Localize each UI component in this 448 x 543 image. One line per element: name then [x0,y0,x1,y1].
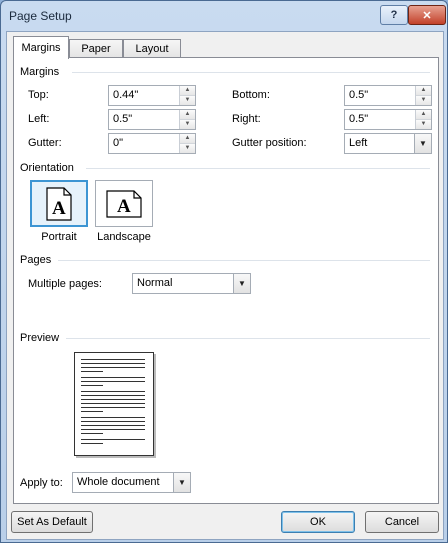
tab-layout[interactable]: Layout [123,39,181,58]
preview-page [74,352,154,456]
dialog-body: Margins Paper Layout Margins Top: 0.44" … [6,31,444,540]
pages-section-label: Pages [20,254,52,266]
left-margin-up-icon[interactable]: ▲ [180,110,195,120]
top-margin-down-icon[interactable]: ▼ [180,96,195,105]
right-margin-down-icon[interactable]: ▼ [416,120,431,129]
top-margin-label: Top: [28,89,49,101]
close-icon: ✕ [422,9,432,22]
right-margin-label: Right: [232,113,261,125]
set-as-default-button[interactable]: Set As Default [11,511,93,533]
left-margin-spinner[interactable]: 0.5" ▲ ▼ [108,109,196,130]
portrait-button[interactable]: A [30,180,88,227]
gutter-value: 0" [113,137,124,149]
gutter-position-label: Gutter position: [232,137,307,149]
tab-margins[interactable]: Margins [13,36,69,59]
left-margin-down-icon[interactable]: ▼ [180,120,195,129]
bottom-margin-up-icon[interactable]: ▲ [416,86,431,96]
multiple-pages-select[interactable]: Normal ▼ [132,273,251,294]
orientation-section-label: Orientation [20,162,74,174]
tab-paper[interactable]: Paper [69,39,123,58]
bottom-margin-value: 0.5" [349,89,369,101]
landscape-button[interactable]: A [95,180,153,227]
multiple-pages-label: Multiple pages: [28,278,102,290]
close-button[interactable]: ✕ [408,5,446,25]
chevron-down-icon[interactable]: ▼ [233,274,250,293]
gutter-position-select[interactable]: Left ▼ [344,133,432,154]
preview-section-label: Preview [20,332,60,344]
right-margin-value: 0.5" [349,113,369,125]
apply-to-select[interactable]: Whole document ▼ [72,472,191,493]
left-margin-value: 0.5" [113,113,133,125]
margins-panel: Margins Top: 0.44" ▲ ▼ Left: 0.5" ▲ ▼ Gu… [13,57,439,504]
margins-section-label: Margins [20,66,60,78]
help-button[interactable]: ? [380,5,408,25]
right-margin-spinner[interactable]: 0.5" ▲ ▼ [344,109,432,130]
bottom-margin-down-icon[interactable]: ▼ [416,96,431,105]
portrait-label: Portrait [41,231,77,243]
bottom-margin-label: Bottom: [232,89,270,101]
window-title: Page Setup [9,9,72,23]
gutter-position-value: Left [349,137,368,149]
apply-to-value: Whole document [77,476,160,488]
apply-to-label: Apply to: [20,477,63,489]
ok-button[interactable]: OK [281,511,355,533]
cancel-button[interactable]: Cancel [365,511,439,533]
top-margin-spinner[interactable]: 0.44" ▲ ▼ [108,85,196,106]
pages-divider [58,260,430,261]
landscape-glyph: A [117,196,131,217]
left-margin-label: Left: [28,113,50,125]
page-setup-window: Page Setup ? ✕ Margins Paper Layout Marg… [0,0,448,543]
multiple-pages-value: Normal [137,277,173,289]
chevron-down-icon[interactable]: ▼ [414,134,431,153]
orientation-divider [86,168,430,169]
gutter-down-icon[interactable]: ▼ [180,144,195,153]
gutter-up-icon[interactable]: ▲ [180,134,195,144]
preview-divider [66,338,430,339]
landscape-page-icon: A [106,189,142,218]
help-icon: ? [390,9,398,21]
gutter-spinner[interactable]: 0" ▲ ▼ [108,133,196,154]
bottom-margin-spinner[interactable]: 0.5" ▲ ▼ [344,85,432,106]
margins-divider [72,72,430,73]
top-margin-up-icon[interactable]: ▲ [180,86,195,96]
portrait-glyph: A [52,198,66,219]
portrait-page-icon: A [46,186,72,221]
top-margin-value: 0.44" [113,89,139,101]
landscape-label: Landscape [97,231,151,243]
right-margin-up-icon[interactable]: ▲ [416,110,431,120]
title-bar[interactable]: Page Setup ? ✕ [1,1,447,31]
gutter-label: Gutter: [28,137,62,149]
chevron-down-icon[interactable]: ▼ [173,473,190,492]
